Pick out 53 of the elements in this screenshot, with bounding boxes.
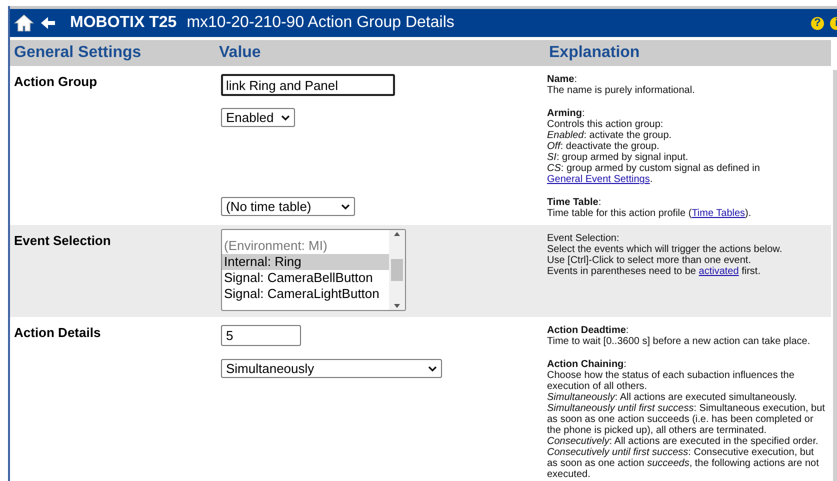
home-icon[interactable] bbox=[14, 14, 34, 32]
explanation-text: Use [Ctrl]-Click to select more than one event. bbox=[547, 255, 752, 266]
explanation-text: The name is purely informational. bbox=[547, 85, 696, 96]
brand-name: MOBOTIX T25 bbox=[70, 14, 177, 32]
listbox-option[interactable]: Internal: Ring bbox=[222, 254, 389, 270]
name-input-field[interactable]: link Ring and Panel bbox=[221, 74, 395, 96]
explanation-title: Action Deadtime: bbox=[547, 325, 630, 336]
dropdown[interactable]: Simultaneously bbox=[221, 359, 442, 378]
explanation-text: SI: group armed by signal input. bbox=[547, 152, 690, 163]
explanation-text: Time table for this action profile (Time Tables). bbox=[547, 208, 752, 219]
column-header: Value bbox=[218, 44, 262, 62]
section-label: Action Details bbox=[13, 325, 102, 342]
page-scrollbar[interactable] bbox=[833, 70, 837, 481]
explanation-text: Simultaneously until first success: Simultaneous execution, but as soon as one action succeeds (i.e. has been completed or the phone is picked up), all others are terminated. bbox=[547, 403, 826, 436]
page-title: mx10-20-210-90 Action Group Details bbox=[186, 14, 454, 32]
deadtime-input-field[interactable]: 5 bbox=[221, 325, 301, 346]
dropdown[interactable]: (No time table) bbox=[221, 197, 355, 216]
explanation-text: Controls this action group: bbox=[547, 119, 664, 130]
scroll-down-icon[interactable] bbox=[393, 302, 401, 310]
help-link[interactable]: Time Tables bbox=[692, 208, 746, 219]
column-header: Explanation bbox=[548, 44, 641, 62]
help-icon[interactable]: ? bbox=[811, 16, 824, 30]
section-label: Event Selection bbox=[13, 233, 112, 250]
dropdown[interactable]: Enabled bbox=[221, 108, 295, 127]
explanation-text: Off: deactivate the group. bbox=[547, 141, 660, 152]
scroll-up-icon[interactable] bbox=[393, 230, 401, 238]
explanation-text: Simultaneously: All actions are executed simultaneously. bbox=[547, 392, 798, 403]
chevron-down-icon bbox=[341, 204, 350, 210]
explanation-text: Events in parentheses need to be activated first. bbox=[547, 266, 762, 277]
explanation-text: Time to wait [0..3600 s] before a new action can take place. bbox=[547, 336, 812, 347]
help-link[interactable]: General Event Settings bbox=[547, 174, 650, 185]
explanation-text: Choose how the status of each subaction influences the execution of all others. bbox=[547, 370, 796, 392]
explanation-title: Time Table: bbox=[547, 197, 602, 208]
explanation-title: Arming: bbox=[547, 108, 586, 119]
column-header: General Settings bbox=[13, 44, 142, 62]
help-link[interactable]: activated bbox=[698, 266, 739, 277]
explanation-text: Consecutively: All actions are executed in the specified order. bbox=[547, 436, 820, 447]
explanation-text: Select the events which will trigger the actions below. bbox=[547, 244, 784, 255]
listbox-option[interactable]: Signal: CameraBellButton bbox=[222, 270, 389, 286]
listbox-scrollbar[interactable] bbox=[389, 230, 405, 310]
chevron-down-icon bbox=[281, 114, 290, 120]
section-label: Action Group bbox=[13, 74, 98, 91]
explanation-title: Action Chaining: bbox=[547, 359, 628, 370]
info-icon[interactable]: i bbox=[830, 16, 837, 30]
explanation-text: CS: group armed by custom signal as defined in General Event Settings. bbox=[547, 163, 761, 185]
explanation-title: Event Selection: bbox=[547, 233, 620, 244]
explanation-text: Consecutively until first success: Consecutive execution, but as soon as one action succeeds, the following actions are not executed. bbox=[547, 447, 820, 480]
chevron-down-icon bbox=[428, 366, 437, 372]
scrollbar-thumb[interactable] bbox=[391, 259, 403, 281]
explanation-text: Enabled: activate the group. bbox=[547, 130, 673, 141]
listbox-option[interactable]: Signal: CameraLightButton bbox=[222, 286, 389, 302]
back-arrow-icon[interactable] bbox=[40, 16, 56, 30]
explanation-title: Name: bbox=[547, 74, 578, 85]
